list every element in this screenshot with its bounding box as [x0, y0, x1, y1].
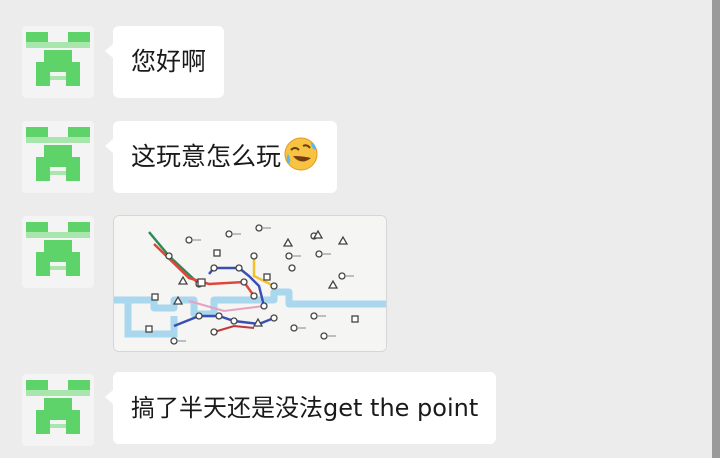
rolling-on-floor-laughing-emoji-icon [284, 137, 318, 171]
message-bubble[interactable]: 搞了半天还是没法get the point [104, 372, 497, 444]
subway-map-image [114, 216, 386, 351]
chat-scrollbar[interactable] [712, 0, 720, 458]
pixel-creeper-avatar-icon [26, 380, 90, 434]
message-bubble[interactable]: 您好啊 [104, 26, 225, 98]
message-text: 您好啊 [131, 47, 207, 76]
message-text: 这玩意怎么玩 [131, 142, 282, 171]
message-text: 搞了半天还是没法get the point [131, 394, 479, 422]
message-bubble[interactable]: 这玩意怎么玩 [104, 121, 338, 193]
avatar[interactable] [22, 374, 94, 446]
pixel-creeper-avatar-icon [26, 127, 90, 181]
pixel-creeper-avatar-icon [26, 222, 90, 276]
avatar[interactable] [22, 216, 94, 288]
avatar[interactable] [22, 26, 94, 98]
image-message[interactable] [113, 215, 387, 352]
avatar[interactable] [22, 121, 94, 193]
pixel-creeper-avatar-icon [26, 32, 90, 86]
